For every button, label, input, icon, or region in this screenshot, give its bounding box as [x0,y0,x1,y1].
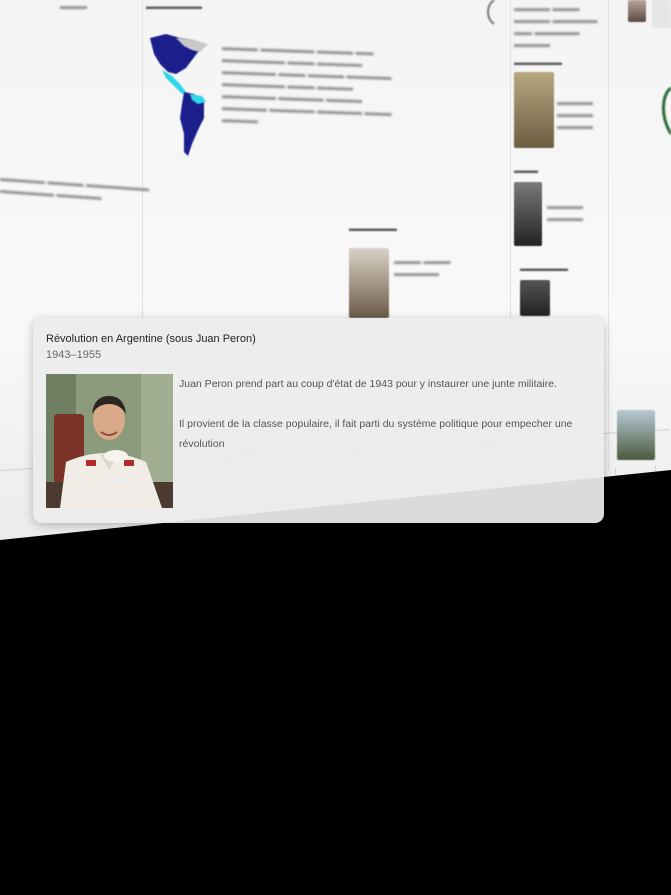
event-thumbnail[interactable] [349,248,389,318]
popup-paragraph: Il provient de la classe populaire, il f… [179,418,573,450]
event-text-blurred: ▬▬▬ [60,1,87,11]
event-text-blurred: ▬▬▬▬▬ ▬▬▬▬ ▬▬▬▬▬▬▬ ▬▬▬▬▬▬ ▬▬▬▬▬ [0,172,150,202]
globe-icon [487,0,495,25]
popup-title: Révolution en Argentine (sous Juan Peron… [46,333,256,345]
event-title-blurred: ▬▬▬▬▬▬ [349,224,397,233]
event-thumbnail[interactable] [617,410,655,460]
event-thumbnail[interactable] [520,280,550,316]
portrait-illustration [46,374,173,508]
timeline-viewer: ▬▬▬▬▬▬▬ ▬▬▬▬ ▬▬▬▬▬▬ ▬▬▬▬ ▬▬ ▬▬▬▬▬▬▬ ▬▬▬ … [0,0,671,895]
event-text-blurred: ▬▬▬▬ ▬▬▬▬ [547,201,583,223]
globe-icon [662,86,671,135]
timeline-tick [615,468,616,474]
event-thumbnail[interactable] [652,0,671,28]
timeline-tick [655,466,656,472]
column-divider [608,0,609,470]
event-thumbnail[interactable] [514,72,554,148]
event-title-blurred: ▬▬▬▬▬▬ [514,58,562,67]
event-title-blurred: ▬▬▬ [514,166,538,175]
event-text-blurred: ▬▬▬▬ ▬▬▬ ▬▬▬▬ ▬▬▬▬▬ ▬▬ ▬▬▬▬▬ ▬▬▬▬ [514,3,598,49]
event-text-blurred: ▬▬▬▬ ▬▬▬▬▬▬ ▬▬▬▬ ▬▬ ▬▬▬▬▬▬▬ ▬▬▬ ▬▬▬▬▬ ▬▬… [222,42,392,126]
popup-description: Juan Peron prend part au coup d'état de … [179,374,589,474]
americas-map[interactable] [146,30,221,160]
event-thumbnail[interactable] [514,182,542,246]
popup-date-range: 1943–1955 [46,349,102,361]
event-title-blurred: ▬▬▬▬▬▬▬ [146,2,202,11]
event-title-blurred: ▬▬▬▬▬▬ [520,264,568,273]
event-detail-popup[interactable]: Révolution en Argentine (sous Juan Peron… [33,318,604,523]
event-text-blurred: ▬▬▬ ▬▬▬ ▬▬▬▬▬ [394,256,451,278]
event-text-blurred: ▬▬▬▬ ▬▬▬▬ ▬▬▬▬ [557,97,593,131]
event-thumbnail[interactable] [628,0,646,22]
popup-photo[interactable] [46,374,173,508]
popup-paragraph: Juan Peron prend part au coup d'état de … [179,378,557,390]
